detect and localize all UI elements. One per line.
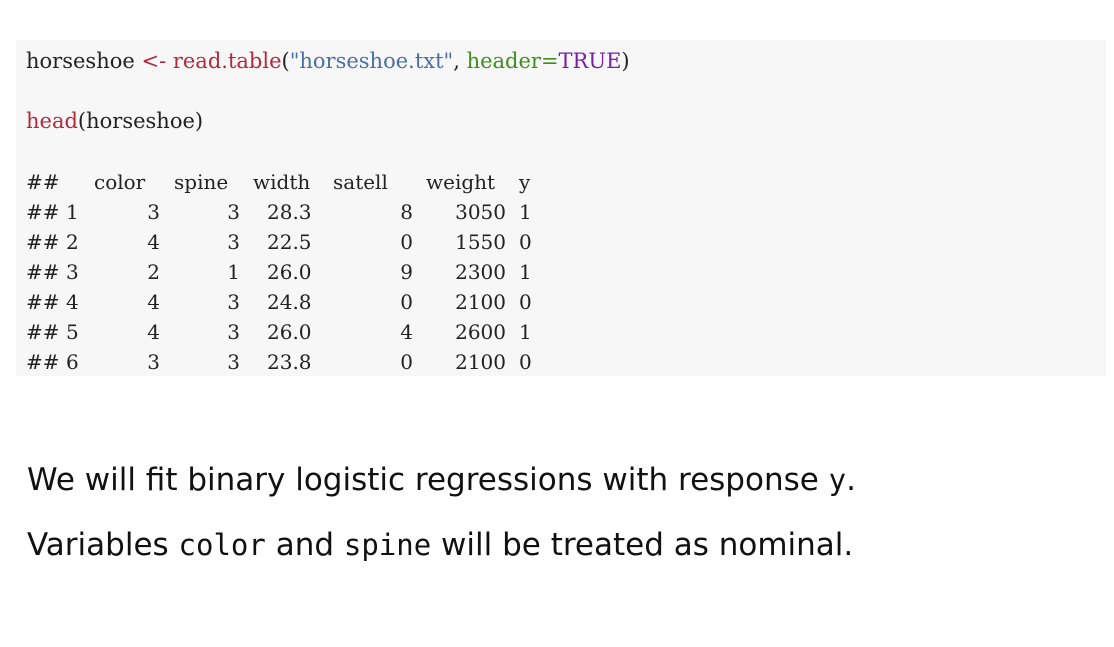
cell-spine: 3 [227, 230, 240, 254]
cell-spine: 1 [227, 260, 240, 284]
output-row: ## 1 3 3 28.3 8 3050 1 [26, 197, 532, 227]
output-prefix: ## [26, 230, 60, 254]
cell-spine: 3 [227, 320, 240, 344]
row-index: 3 [66, 260, 79, 284]
code-line-read-table: horseshoe <- read.table("horseshoe.txt",… [26, 48, 630, 74]
cell-weight: 2100 [455, 350, 506, 374]
output-prefix: ## [26, 320, 60, 344]
cell-color: 3 [147, 350, 160, 374]
header-color: color [94, 170, 146, 194]
output-row: ## 4 4 3 24.8 0 2100 0 [26, 287, 532, 317]
code-line-head: head(horseshoe) [26, 108, 203, 134]
output-row: ## 2 4 3 22.5 0 1550 0 [26, 227, 532, 257]
code-token-args: (horseshoe) [77, 109, 204, 133]
inline-code-color: color [178, 528, 266, 562]
cell-y: 1 [519, 200, 532, 224]
cell-weight: 2100 [455, 290, 506, 314]
cell-weight: 1550 [455, 230, 506, 254]
prose-nominal-sentence: Variables color and spine will be treate… [27, 525, 853, 565]
output-row: ## 5 4 3 26.0 4 2600 1 [26, 317, 532, 347]
row-index: 1 [66, 200, 79, 224]
row-index: 5 [66, 320, 79, 344]
cell-y: 0 [519, 350, 532, 374]
cell-width: 24.8 [267, 290, 312, 314]
output-prefix: ## [26, 170, 60, 194]
header-spine: spine [174, 170, 229, 194]
row-index: 4 [66, 290, 79, 314]
cell-width: 22.5 [267, 230, 312, 254]
cell-satell: 0 [400, 350, 413, 374]
code-token-assign: <- [134, 49, 173, 73]
row-index: 2 [66, 230, 79, 254]
cell-weight: 2600 [455, 320, 506, 344]
code-token-argument: header= [466, 49, 559, 73]
row-index: 6 [66, 350, 79, 374]
output-prefix: ## [26, 290, 60, 314]
cell-width: 26.0 [267, 260, 312, 284]
cell-spine: 3 [227, 200, 240, 224]
cell-color: 4 [147, 290, 160, 314]
cell-weight: 2300 [455, 260, 506, 284]
cell-width: 23.8 [267, 350, 312, 374]
code-token-paren-close: ) [621, 49, 630, 73]
header-y: y [519, 170, 531, 194]
output-prefix: ## [26, 260, 60, 284]
cell-width: 28.3 [267, 200, 312, 224]
code-token-paren-open: ( [281, 49, 290, 73]
code-block: horseshoe <- read.table("horseshoe.txt",… [16, 40, 1106, 376]
cell-satell: 0 [400, 230, 413, 254]
header-satell: satell [333, 170, 388, 194]
cell-y: 0 [519, 230, 532, 254]
header-weight: weight [426, 170, 496, 194]
cell-satell: 0 [400, 290, 413, 314]
cell-weight: 3050 [455, 200, 506, 224]
code-token-constant: TRUE [558, 49, 622, 73]
output-header-row: ## color spine width satell weight y [26, 167, 530, 197]
cell-satell: 8 [400, 200, 413, 224]
code-token-variable: horseshoe [26, 49, 135, 73]
inline-code-y: y [828, 463, 847, 497]
cell-color: 2 [147, 260, 160, 284]
cell-y: 0 [519, 290, 532, 314]
prose-text: will be treated as nominal. [431, 527, 854, 563]
cell-spine: 3 [227, 290, 240, 314]
code-token-function: read.table [172, 49, 282, 73]
cell-color: 4 [147, 230, 160, 254]
output-row: ## 3 2 1 26.0 9 2300 1 [26, 257, 532, 287]
code-token-function: head [26, 109, 78, 133]
prose-text: Variables [27, 527, 179, 563]
cell-width: 26.0 [267, 320, 312, 344]
output-row: ## 6 3 3 23.8 0 2100 0 [26, 347, 532, 377]
cell-color: 4 [147, 320, 160, 344]
cell-satell: 9 [400, 260, 413, 284]
cell-color: 3 [147, 200, 160, 224]
cell-y: 1 [519, 320, 532, 344]
output-prefix: ## [26, 350, 60, 374]
output-prefix: ## [26, 200, 60, 224]
inline-code-spine: spine [343, 528, 432, 562]
prose-response-sentence: We will fit binary logistic regressions … [27, 460, 856, 500]
code-token-comma: , [453, 49, 467, 73]
cell-satell: 4 [400, 320, 413, 344]
cell-spine: 3 [227, 350, 240, 374]
code-token-string: "horseshoe.txt" [289, 49, 454, 73]
prose-text: We will fit binary logistic regressions … [27, 462, 829, 498]
header-width: width [253, 170, 311, 194]
prose-text: . [846, 462, 856, 498]
prose-text: and [265, 527, 344, 563]
cell-y: 1 [519, 260, 532, 284]
